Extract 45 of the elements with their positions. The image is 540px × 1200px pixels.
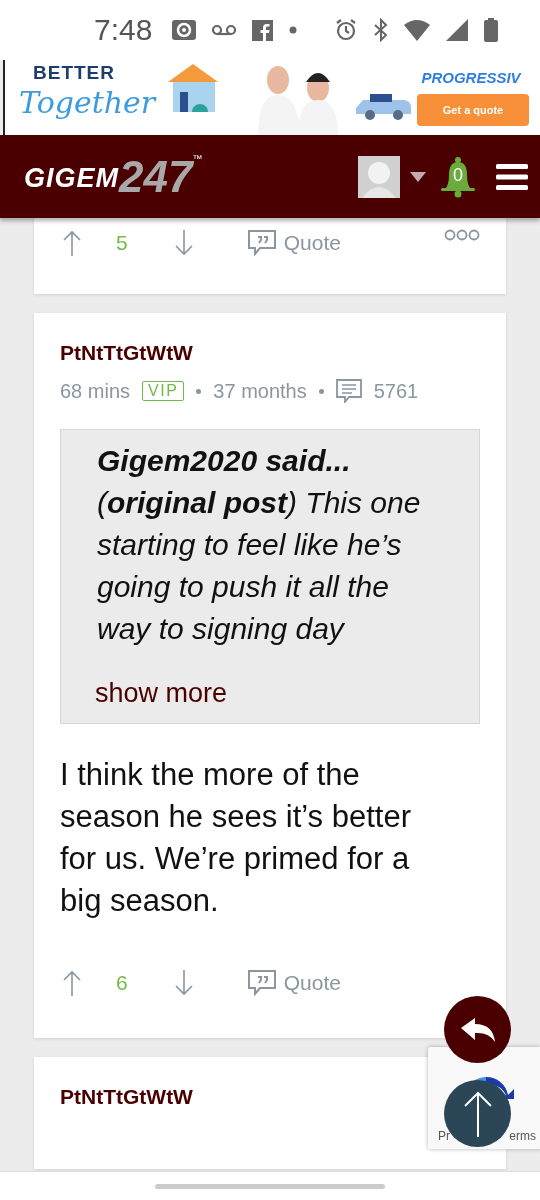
vip-badge: VIP bbox=[142, 381, 185, 401]
more-icon[interactable] bbox=[444, 229, 480, 241]
author-name[interactable]: PtNtTtGtWtW bbox=[60, 341, 193, 365]
post-count: 5761 bbox=[373, 379, 419, 403]
downvote-icon[interactable] bbox=[173, 970, 194, 996]
quoted-text: Gigem2020 said... (original post) This one starting to feel like he’s going to push it all the way to signing day bbox=[97, 443, 422, 647]
vote-score: 5 bbox=[116, 231, 128, 255]
radio-icon bbox=[172, 20, 197, 40]
status-time: 7:48 bbox=[94, 13, 153, 47]
battery-icon bbox=[484, 18, 498, 42]
ad-banner[interactable]: BETTER Together PROGRESSIV Get a quote bbox=[3, 60, 540, 135]
avatar-icon[interactable] bbox=[358, 155, 400, 198]
up-arrow-icon bbox=[462, 1090, 493, 1137]
facebook-icon bbox=[252, 19, 274, 41]
quote-icon bbox=[247, 970, 276, 996]
bluetooth-icon bbox=[374, 18, 388, 42]
privacy-link-text[interactable]: Pr bbox=[438, 1129, 450, 1143]
dot-icon bbox=[289, 26, 298, 34]
vote-score: 6 bbox=[116, 971, 128, 995]
upvote-icon[interactable] bbox=[62, 230, 82, 256]
member-tenure: 37 months bbox=[213, 379, 307, 403]
menu-icon[interactable] bbox=[496, 163, 528, 190]
posts-icon bbox=[335, 379, 362, 403]
gesture-bar[interactable] bbox=[155, 1183, 385, 1189]
signal-icon bbox=[446, 19, 468, 41]
separator-dot bbox=[196, 388, 202, 394]
voicemail-icon bbox=[212, 24, 237, 36]
post-body: I think the more of the season he sees it’s better for us. We’re primed for a big season. bbox=[60, 756, 412, 920]
author-name[interactable]: PtNtTtGtWtW bbox=[60, 1085, 193, 1109]
show-more-link[interactable]: show more bbox=[95, 678, 429, 709]
caret-icon[interactable] bbox=[410, 171, 426, 182]
downvote-icon[interactable] bbox=[173, 230, 194, 256]
reply-icon bbox=[460, 1017, 495, 1042]
post-time: 68 mins bbox=[60, 379, 131, 403]
ad-tagline: Together bbox=[19, 83, 158, 122]
terms-link-text[interactable]: erms bbox=[509, 1129, 536, 1143]
logo-wordmark[interactable]: GIGEM bbox=[24, 162, 119, 194]
upvote-icon[interactable] bbox=[62, 970, 82, 996]
wifi-icon bbox=[404, 19, 430, 41]
logo-number[interactable]: 247 bbox=[119, 152, 193, 201]
separator-dot bbox=[318, 388, 324, 394]
ad-brand: PROGRESSIV bbox=[421, 69, 523, 86]
quote-icon bbox=[247, 230, 276, 256]
alarm-icon bbox=[334, 18, 358, 42]
ad-headline: BETTER bbox=[33, 64, 116, 81]
